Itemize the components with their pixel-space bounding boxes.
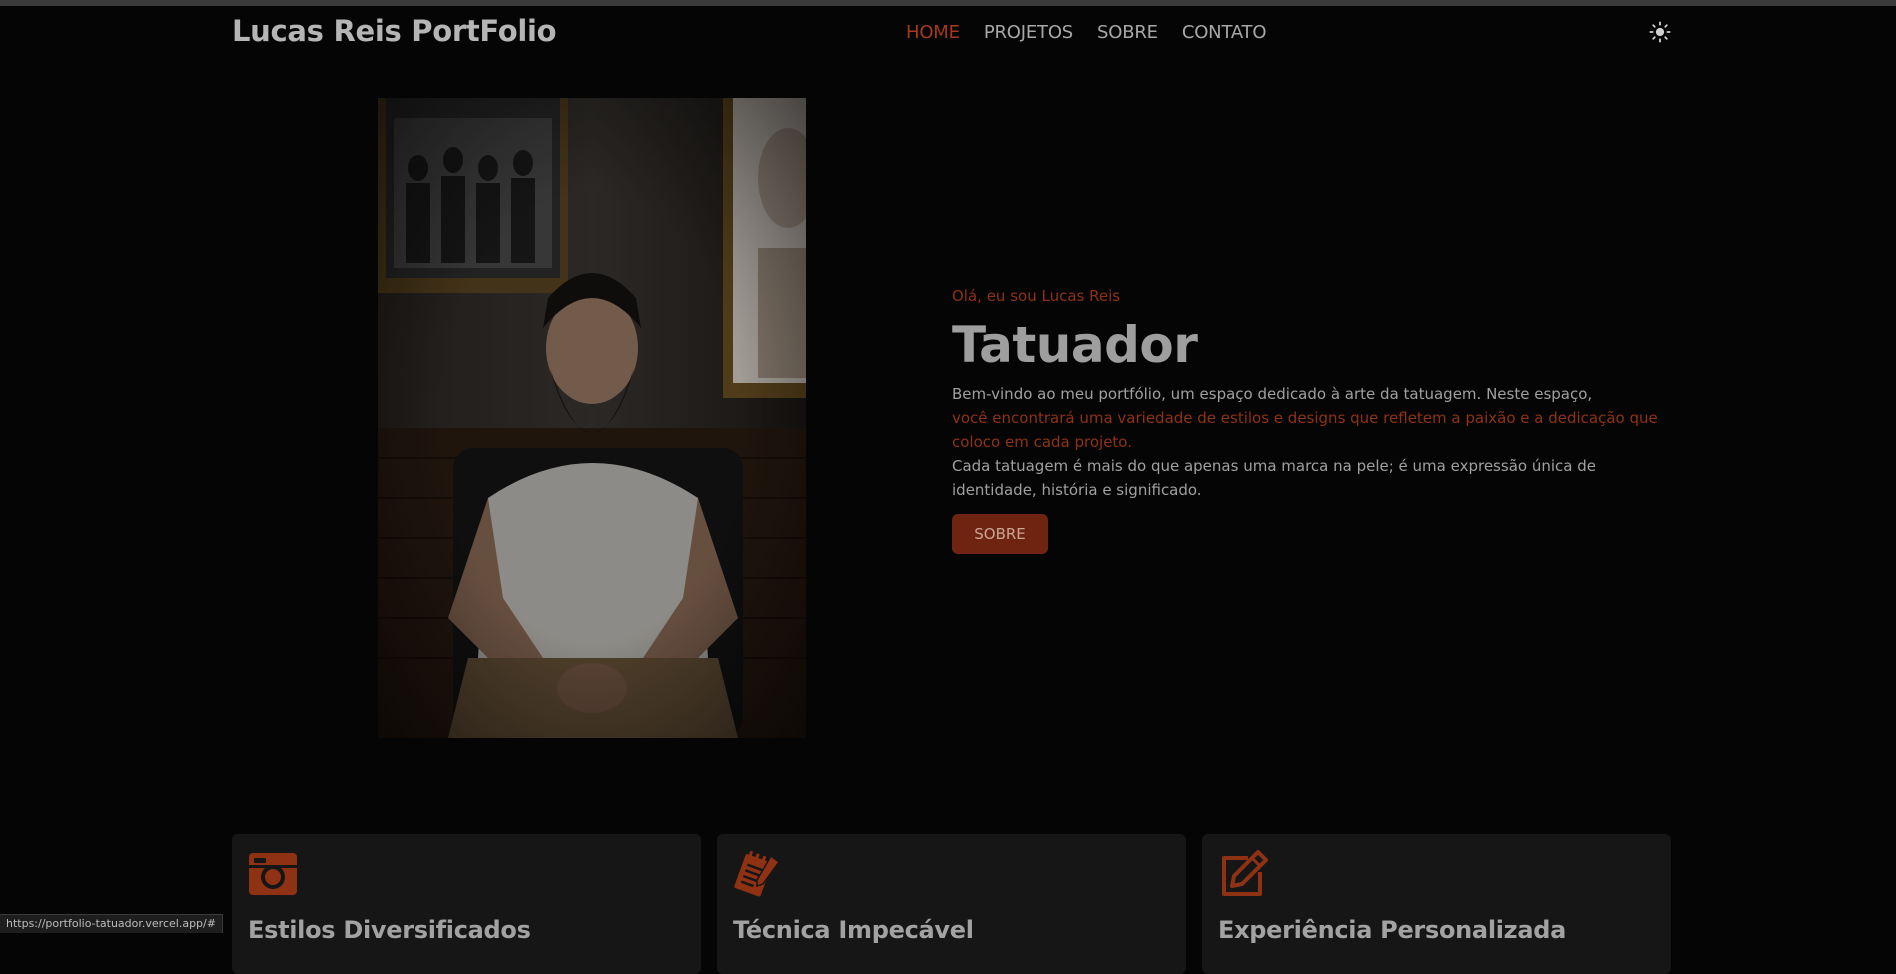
camera-icon	[248, 850, 298, 898]
feature-card-title: Técnica Impecável	[733, 916, 1170, 944]
sobre-button[interactable]: SOBRE	[952, 514, 1048, 554]
nav-sobre-link[interactable]: SOBRE	[1097, 22, 1158, 43]
main-nav: HOME PROJETOS SOBRE CONTATO	[906, 22, 1266, 43]
theme-toggle-button[interactable]	[1648, 20, 1672, 44]
sun-icon	[1649, 21, 1671, 43]
browser-status-url: https://portfolio-tatuador.vercel.app/#	[0, 914, 223, 933]
hero-intro-line-3: Cada tatuagem é mais do que apenas uma m…	[952, 454, 1672, 502]
browser-top-border	[0, 0, 1896, 6]
hero-section: Olá, eu sou Lucas Reis Tatuador Bem-vind…	[952, 287, 1672, 554]
nav-home-link[interactable]: HOME	[906, 22, 960, 43]
feature-card: Estilos Diversificados	[232, 834, 701, 974]
hero-greeting: Olá, eu sou Lucas Reis	[952, 287, 1672, 305]
nav-contato-link[interactable]: CONTATO	[1182, 22, 1266, 43]
notepad-pencil-icon	[733, 850, 783, 898]
features-section: Estilos Diversificados Téc	[232, 834, 1671, 974]
hero-intro: Bem-vindo ao meu portfólio, um espaço de…	[952, 382, 1672, 502]
edit-square-icon	[1218, 850, 1268, 898]
feature-card-title: Estilos Diversificados	[248, 916, 685, 944]
feature-card: Técnica Impecável	[717, 834, 1186, 974]
hero-intro-accent: você encontrará uma variedade de estilos…	[952, 406, 1672, 454]
hero-title: Tatuador	[952, 316, 1672, 374]
portrait-photo	[378, 98, 806, 738]
nav-projetos-link[interactable]: PROJETOS	[984, 22, 1073, 43]
feature-card: Experiência Personalizada	[1202, 834, 1671, 974]
hero-intro-line-1: Bem-vindo ao meu portfólio, um espaço de…	[952, 382, 1672, 406]
brand-logo-text[interactable]: Lucas Reis PortFolio	[232, 14, 556, 48]
feature-card-title: Experiência Personalizada	[1218, 916, 1655, 944]
